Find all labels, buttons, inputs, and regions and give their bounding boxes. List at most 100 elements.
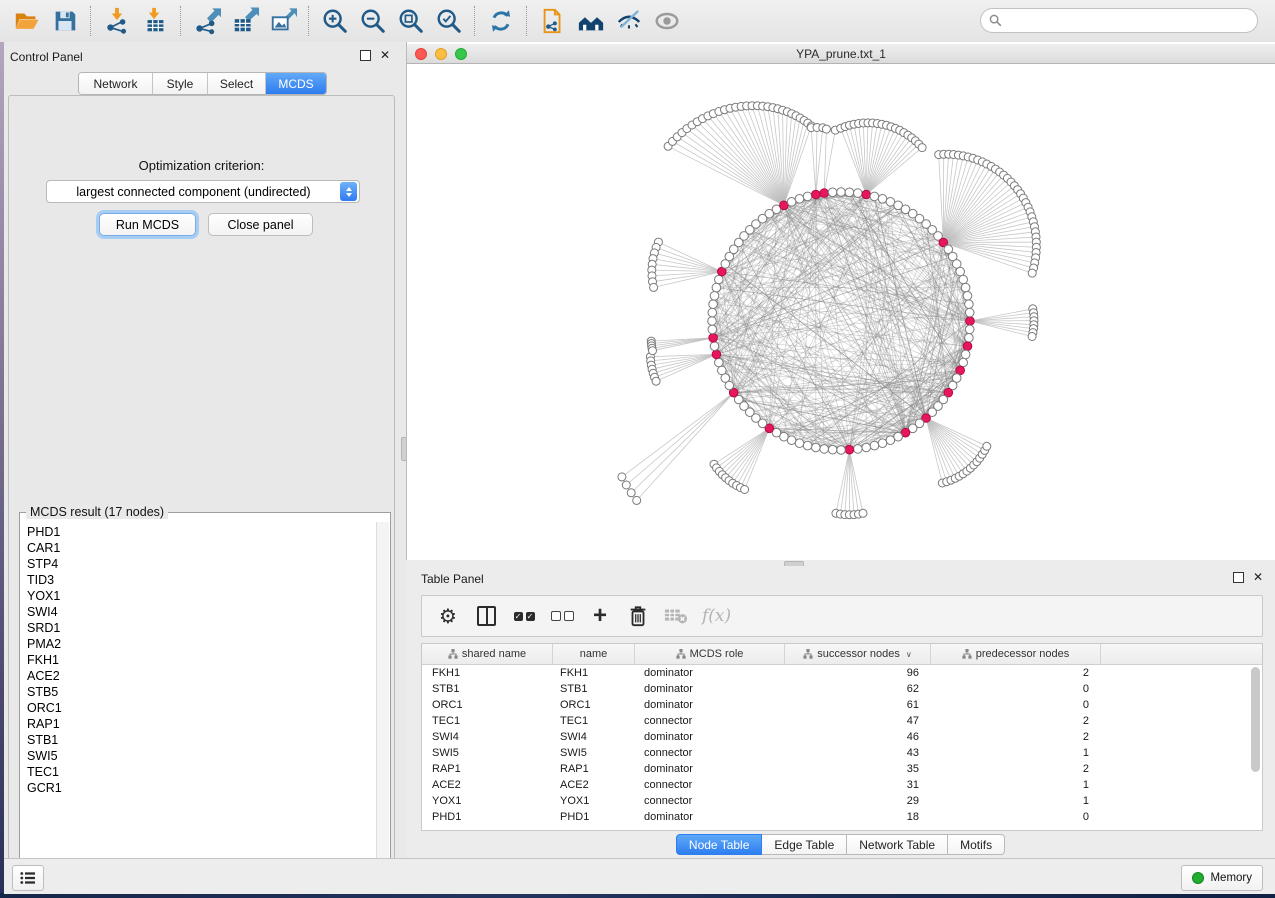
ring-node[interactable]: [708, 308, 717, 317]
hub-node[interactable]: [963, 342, 972, 351]
export-image-button[interactable]: [266, 4, 300, 38]
tab-network-table[interactable]: Network Table: [847, 834, 948, 855]
hub-node[interactable]: [812, 190, 821, 199]
mcds-result-item[interactable]: GCR1: [27, 780, 377, 796]
mcds-result-item[interactable]: STP4: [27, 556, 377, 572]
run-mcds-button[interactable]: Run MCDS: [99, 213, 196, 236]
import-network-button[interactable]: [100, 4, 134, 38]
hub-node[interactable]: [820, 189, 829, 198]
ring-node[interactable]: [708, 325, 717, 334]
ring-node[interactable]: [709, 300, 718, 309]
satellite-node[interactable]: [650, 283, 658, 291]
refresh-button[interactable]: [484, 4, 518, 38]
ring-node[interactable]: [715, 275, 724, 284]
share-document-button[interactable]: [536, 4, 570, 38]
table-row[interactable]: STB1STB1dominator620: [422, 681, 1262, 697]
tab-mcds[interactable]: MCDS: [266, 73, 326, 94]
ring-node[interactable]: [787, 198, 796, 207]
tab-edge-table[interactable]: Edge Table: [762, 834, 847, 855]
ring-node[interactable]: [854, 189, 863, 198]
ring-node[interactable]: [837, 446, 846, 455]
mcds-result-item[interactable]: STB5: [27, 684, 377, 700]
ring-node[interactable]: [712, 283, 721, 292]
hide-selected-button[interactable]: [612, 4, 646, 38]
satellite-node[interactable]: [1028, 269, 1036, 277]
tab-motifs[interactable]: Motifs: [948, 834, 1005, 855]
show-all-button[interactable]: [650, 4, 684, 38]
satellite-node[interactable]: [649, 347, 657, 355]
zoom-fit-button[interactable]: [394, 4, 428, 38]
task-history-button[interactable]: [12, 865, 44, 891]
tab-style[interactable]: Style: [153, 73, 208, 94]
delete-column-button[interactable]: [626, 603, 650, 629]
mcds-result-item[interactable]: CAR1: [27, 540, 377, 556]
hub-node[interactable]: [845, 445, 854, 454]
satellite-node[interactable]: [983, 442, 991, 450]
ring-node[interactable]: [715, 358, 724, 367]
satellite-node[interactable]: [618, 473, 626, 481]
satellite-node[interactable]: [741, 486, 749, 494]
ring-node[interactable]: [965, 334, 974, 343]
add-column-button[interactable]: +: [588, 603, 612, 629]
mcds-result-item[interactable]: PMA2: [27, 636, 377, 652]
table-row[interactable]: FKH1FKH1dominator962: [422, 665, 1262, 681]
ring-node[interactable]: [862, 443, 871, 452]
mcds-result-item[interactable]: SWI5: [27, 748, 377, 764]
ring-node[interactable]: [965, 308, 974, 317]
ring-node[interactable]: [795, 195, 804, 204]
ring-node[interactable]: [870, 192, 879, 201]
ring-node[interactable]: [708, 317, 717, 326]
import-table-button[interactable]: [138, 4, 172, 38]
table-row[interactable]: TEC1TEC1connector472: [422, 713, 1262, 729]
table-row[interactable]: SWI5SWI5connector431: [422, 745, 1262, 761]
ring-node[interactable]: [870, 441, 879, 450]
save-session-button[interactable]: [48, 4, 82, 38]
float-panel-icon[interactable]: [360, 50, 371, 61]
deselect-all-button[interactable]: [550, 603, 574, 629]
column-header-MCDS-role[interactable]: MCDS role: [635, 644, 785, 664]
ring-node[interactable]: [828, 445, 837, 454]
mcds-result-item[interactable]: RAP1: [27, 716, 377, 732]
zoom-in-button[interactable]: [318, 4, 352, 38]
hub-node[interactable]: [709, 334, 718, 343]
ring-node[interactable]: [820, 445, 829, 454]
satellite-node[interactable]: [822, 125, 830, 133]
mcds-result-item[interactable]: SRD1: [27, 620, 377, 636]
ring-node[interactable]: [854, 445, 863, 454]
criterion-dropdown[interactable]: largest connected component (undirected): [46, 180, 360, 203]
ring-node[interactable]: [837, 188, 846, 197]
ring-node[interactable]: [718, 366, 727, 375]
ring-node[interactable]: [963, 292, 972, 301]
zoom-selected-button[interactable]: [432, 4, 466, 38]
float-panel-icon[interactable]: [1233, 572, 1244, 583]
satellite-node[interactable]: [918, 144, 926, 152]
select-all-button[interactable]: ✓✓: [512, 603, 536, 629]
table-row[interactable]: ACE2ACE2connector311: [422, 777, 1262, 793]
mcds-result-item[interactable]: ORC1: [27, 700, 377, 716]
ring-node[interactable]: [878, 195, 887, 204]
export-table-button[interactable]: [228, 4, 262, 38]
table-row[interactable]: SWI4SWI4dominator462: [422, 729, 1262, 745]
tab-network[interactable]: Network: [79, 73, 153, 94]
ring-node[interactable]: [961, 283, 970, 292]
hub-node[interactable]: [862, 190, 871, 199]
network-canvas[interactable]: [407, 63, 1275, 560]
ring-node[interactable]: [886, 436, 895, 445]
ring-node[interactable]: [710, 342, 719, 351]
satellite-node[interactable]: [652, 377, 660, 385]
open-file-button[interactable]: [10, 4, 44, 38]
table-row[interactable]: RAP1RAP1dominator352: [422, 761, 1262, 777]
ring-node[interactable]: [956, 267, 965, 276]
close-panel-icon[interactable]: ✕: [1253, 573, 1263, 582]
satellite-node[interactable]: [633, 496, 641, 504]
ring-node[interactable]: [803, 441, 812, 450]
ring-node[interactable]: [961, 350, 970, 359]
ring-node[interactable]: [803, 192, 812, 201]
search-input[interactable]: [1007, 13, 1257, 29]
ring-node[interactable]: [845, 188, 854, 197]
mcds-list-scrollbar[interactable]: [376, 522, 389, 880]
column-header-successor-nodes[interactable]: successor nodes∨: [785, 644, 931, 664]
column-header-predecessor-nodes[interactable]: predecessor nodes: [931, 644, 1101, 664]
satellite-node[interactable]: [627, 489, 635, 497]
satellite-node[interactable]: [1028, 333, 1036, 341]
